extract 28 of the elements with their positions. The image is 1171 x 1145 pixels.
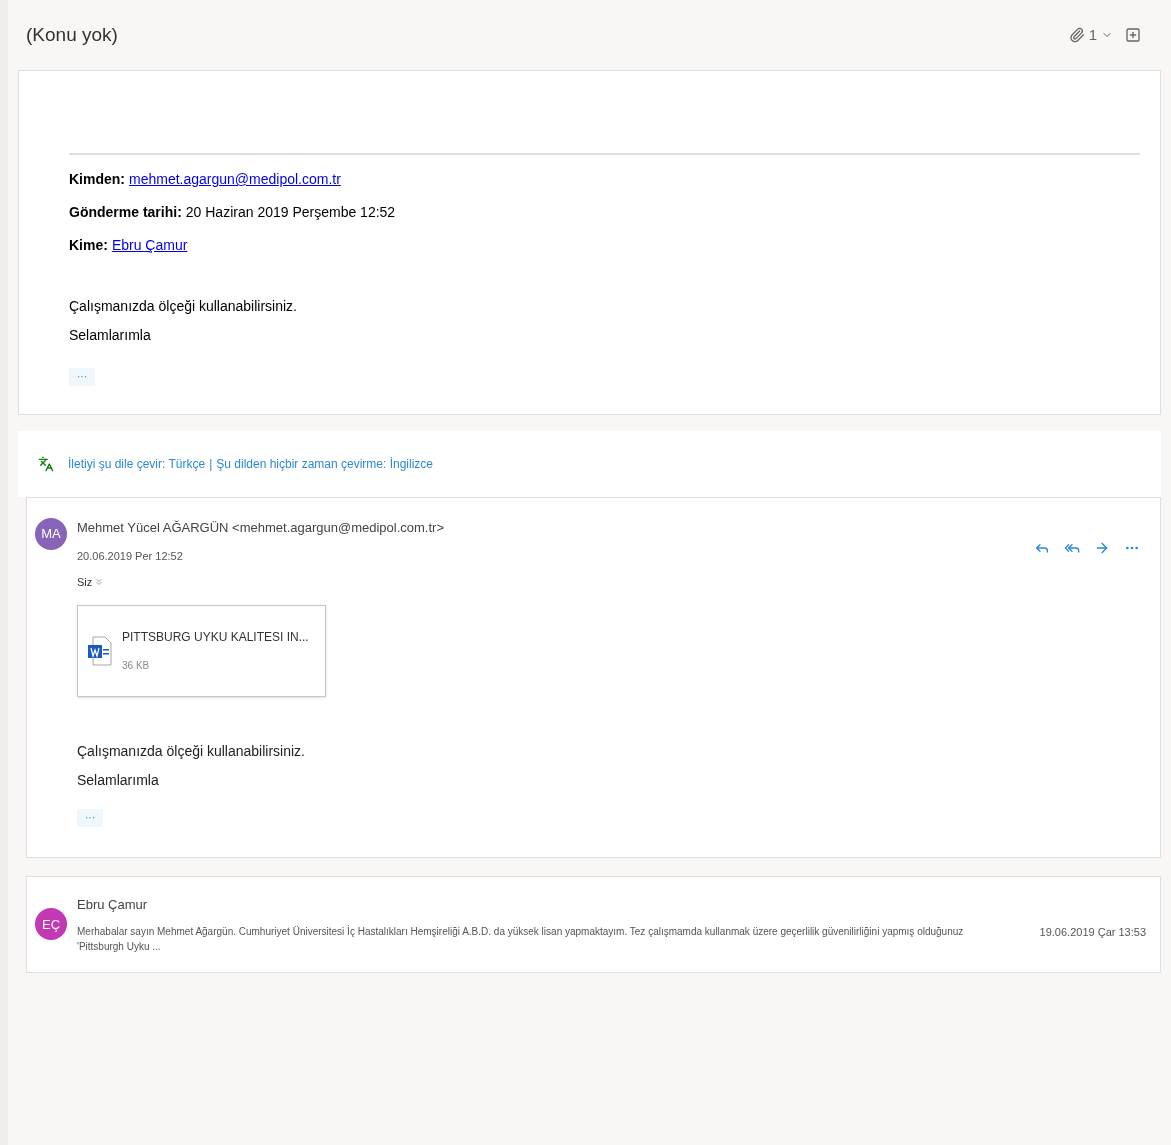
body-text: Çalışmanızda ölçeği kullanabilirsiniz. (69, 297, 298, 316)
field-label: Kimden: (69, 170, 125, 189)
separator: | (209, 456, 213, 473)
translate-link[interactable]: İletiyi şu dile çevir: Türkçe (68, 455, 206, 473)
sent-date: 20 Haziran 2019 Perşembe 12:52 (185, 203, 396, 222)
message-preview: Merhabalar sayın Mehmet Ağargün. Cumhuriyet Üniversitesi İç Hastalıkları Hemşireliği A.B.D. da yüksek lisan yapmaktayım. Tez çalışmamda kullanmak üzere geçerlilik güvenilirliğini yapmış olduğunuz 'Pittsburgh Uyku ... (77, 924, 965, 954)
body-text: Selamlarımla (77, 770, 160, 790)
show-more-button[interactable]: ··· (69, 368, 95, 386)
sender-name: Ebru Çamur (77, 895, 149, 914)
body-text: Selamlarımla (69, 326, 152, 345)
attachment-card[interactable]: PITTSBURG UYKU KALITESI IN... 36 KB (77, 604, 326, 697)
body-text: Çalışmanızda ölçeği kullanabilirsiniz. (77, 741, 306, 761)
field-label: Kime: (69, 236, 108, 255)
message-date: 20.06.2019 Per 12:52 (77, 548, 184, 564)
message-date: 19.06.2019 Çar 13:53 (1039, 925, 1147, 940)
avatar: EÇ (35, 908, 67, 941)
field-label: Gönderme tarihi: (69, 203, 182, 222)
show-more-button[interactable]: ··· (77, 808, 103, 827)
subject-title: (Konu yok) (26, 22, 118, 47)
recipient: Siz (77, 575, 93, 590)
avatar: MA (35, 518, 67, 550)
sender-name: Mehmet Yücel AĞARGÜN <mehmet.agargun@medipol.com.tr> (77, 519, 445, 537)
attachment-size: 36 KB (122, 659, 151, 673)
never-translate-link[interactable]: Şu dilden hiçbir zaman çevirme: İngilizce (216, 455, 434, 473)
recipient-link[interactable]: Ebru Çamur (111, 235, 188, 256)
attachment-name: PITTSBURG UYKU KALITESI IN... (122, 629, 309, 646)
sender-email-link[interactable]: mehmet.agargun@medipol.com.tr (129, 169, 341, 190)
attachment-count[interactable]: 1 (1088, 23, 1097, 47)
